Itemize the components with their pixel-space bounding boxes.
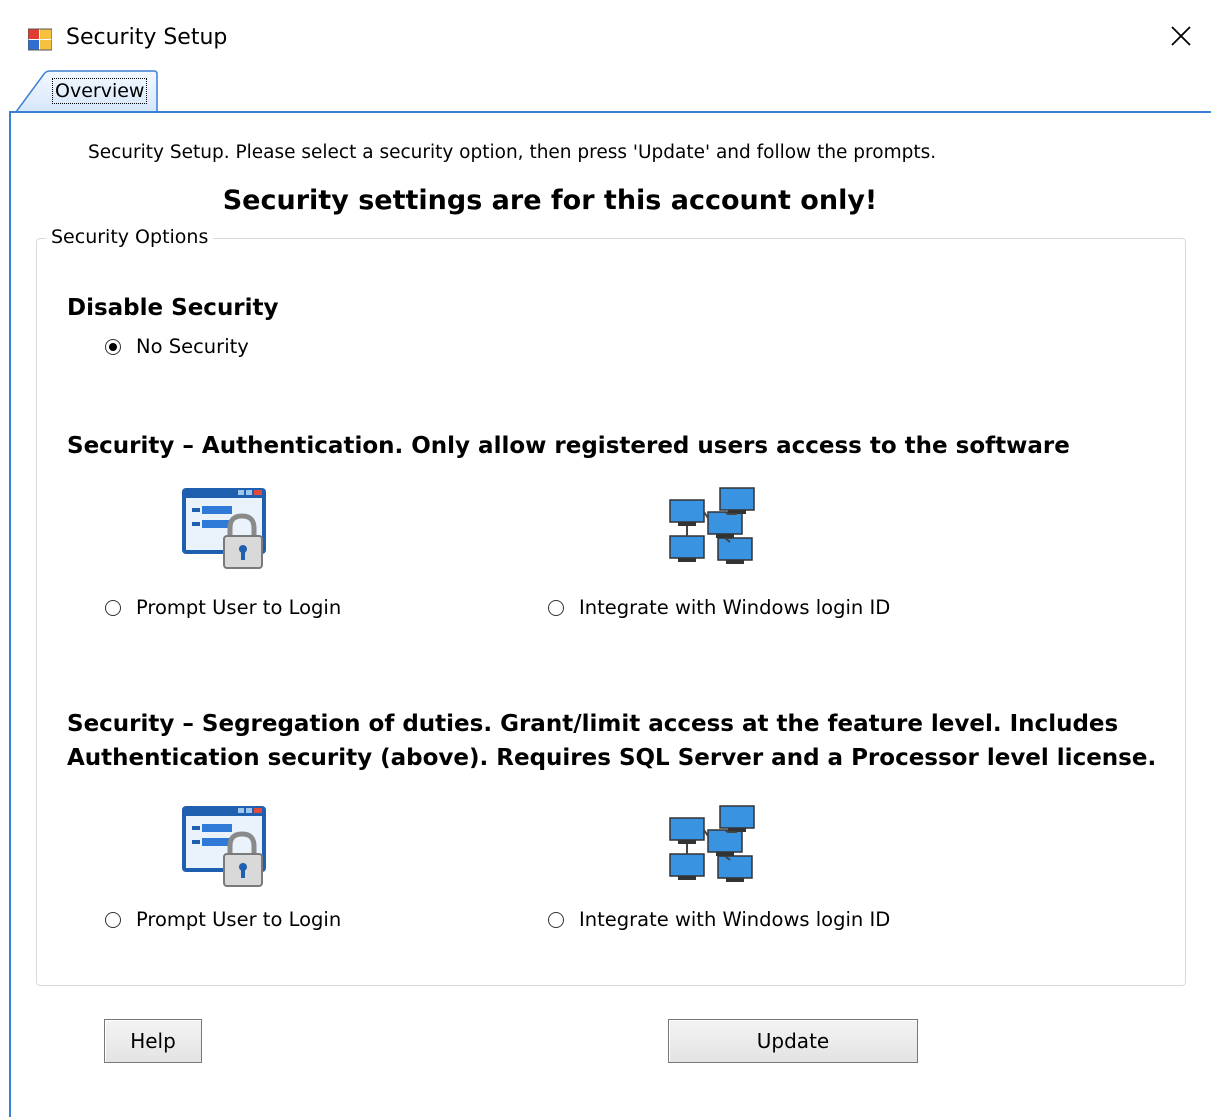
- auth-prompt-login-radio[interactable]: Prompt User to Login: [105, 595, 341, 621]
- network-computers-icon: [669, 487, 755, 564]
- update-button[interactable]: Update: [668, 1019, 918, 1063]
- network-computers-icon: [669, 805, 755, 882]
- help-button[interactable]: Help: [104, 1019, 202, 1063]
- radio-indicator: [548, 600, 564, 616]
- no-security-label: No Security: [136, 335, 249, 358]
- segregation-windows-login-radio[interactable]: Integrate with Windows login ID: [548, 907, 890, 933]
- segregation-section-title-line1: Security – Segregation of duties. Grant/…: [67, 711, 1119, 737]
- security-options-label: Security Options: [46, 224, 214, 250]
- authentication-section-title: Security – Authentication. Only allow re…: [67, 433, 1070, 459]
- radio-indicator: [548, 912, 564, 928]
- login-window-lock-icon: [182, 488, 266, 569]
- close-icon: [1171, 26, 1191, 46]
- radio-selected-indicator: [105, 339, 121, 355]
- segregation-prompt-login-radio[interactable]: Prompt User to Login: [105, 907, 341, 933]
- no-security-radio[interactable]: No Security: [105, 334, 249, 360]
- tab-strip: Overview: [0, 68, 1211, 112]
- radio-indicator: [105, 600, 121, 616]
- segregation-windows-login-label: Integrate with Windows login ID: [579, 908, 891, 931]
- tab-overview[interactable]: Overview: [14, 70, 158, 112]
- tab-overview-label: Overview: [52, 78, 148, 104]
- segregation-section-title-line2: Authentication security (above). Require…: [67, 745, 1157, 771]
- auth-windows-login-label: Integrate with Windows login ID: [579, 596, 891, 619]
- segregation-prompt-login-label: Prompt User to Login: [136, 908, 342, 931]
- close-button[interactable]: [1151, 8, 1211, 64]
- disable-security-title: Disable Security: [67, 295, 279, 321]
- radio-indicator: [105, 912, 121, 928]
- app-icon: [28, 28, 52, 51]
- login-window-lock-icon: [182, 806, 266, 887]
- window-title: Security Setup: [66, 25, 228, 50]
- account-warning: Security settings are for this account o…: [222, 185, 878, 216]
- instructions-text: Security Setup. Please select a security…: [88, 142, 937, 163]
- security-setup-window: Security Setup Overview Security Setup. …: [0, 0, 1211, 1117]
- auth-windows-login-radio[interactable]: Integrate with Windows login ID: [548, 595, 890, 621]
- title-bar: Security Setup: [0, 0, 1211, 74]
- auth-prompt-login-label: Prompt User to Login: [136, 596, 342, 619]
